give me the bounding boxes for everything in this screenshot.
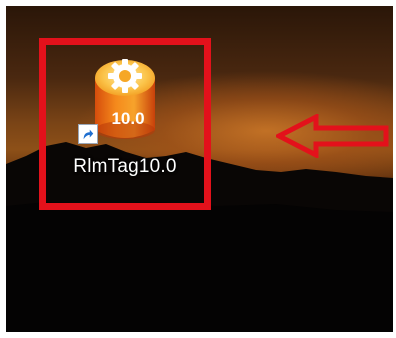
desktop-background: 10.0 RlmTag10.0 [6, 6, 393, 332]
screenshot-frame: 10.0 RlmTag10.0 [0, 0, 396, 338]
left-arrow-icon [276, 114, 389, 158]
shortcut-label: RlmTag10.0 [73, 156, 177, 177]
desktop-shortcut-rlmtag[interactable]: 10.0 RlmTag10.0 [50, 50, 200, 195]
app-icon-badge: 10.0 [111, 109, 144, 128]
shortcut-arrow-icon [78, 124, 98, 144]
